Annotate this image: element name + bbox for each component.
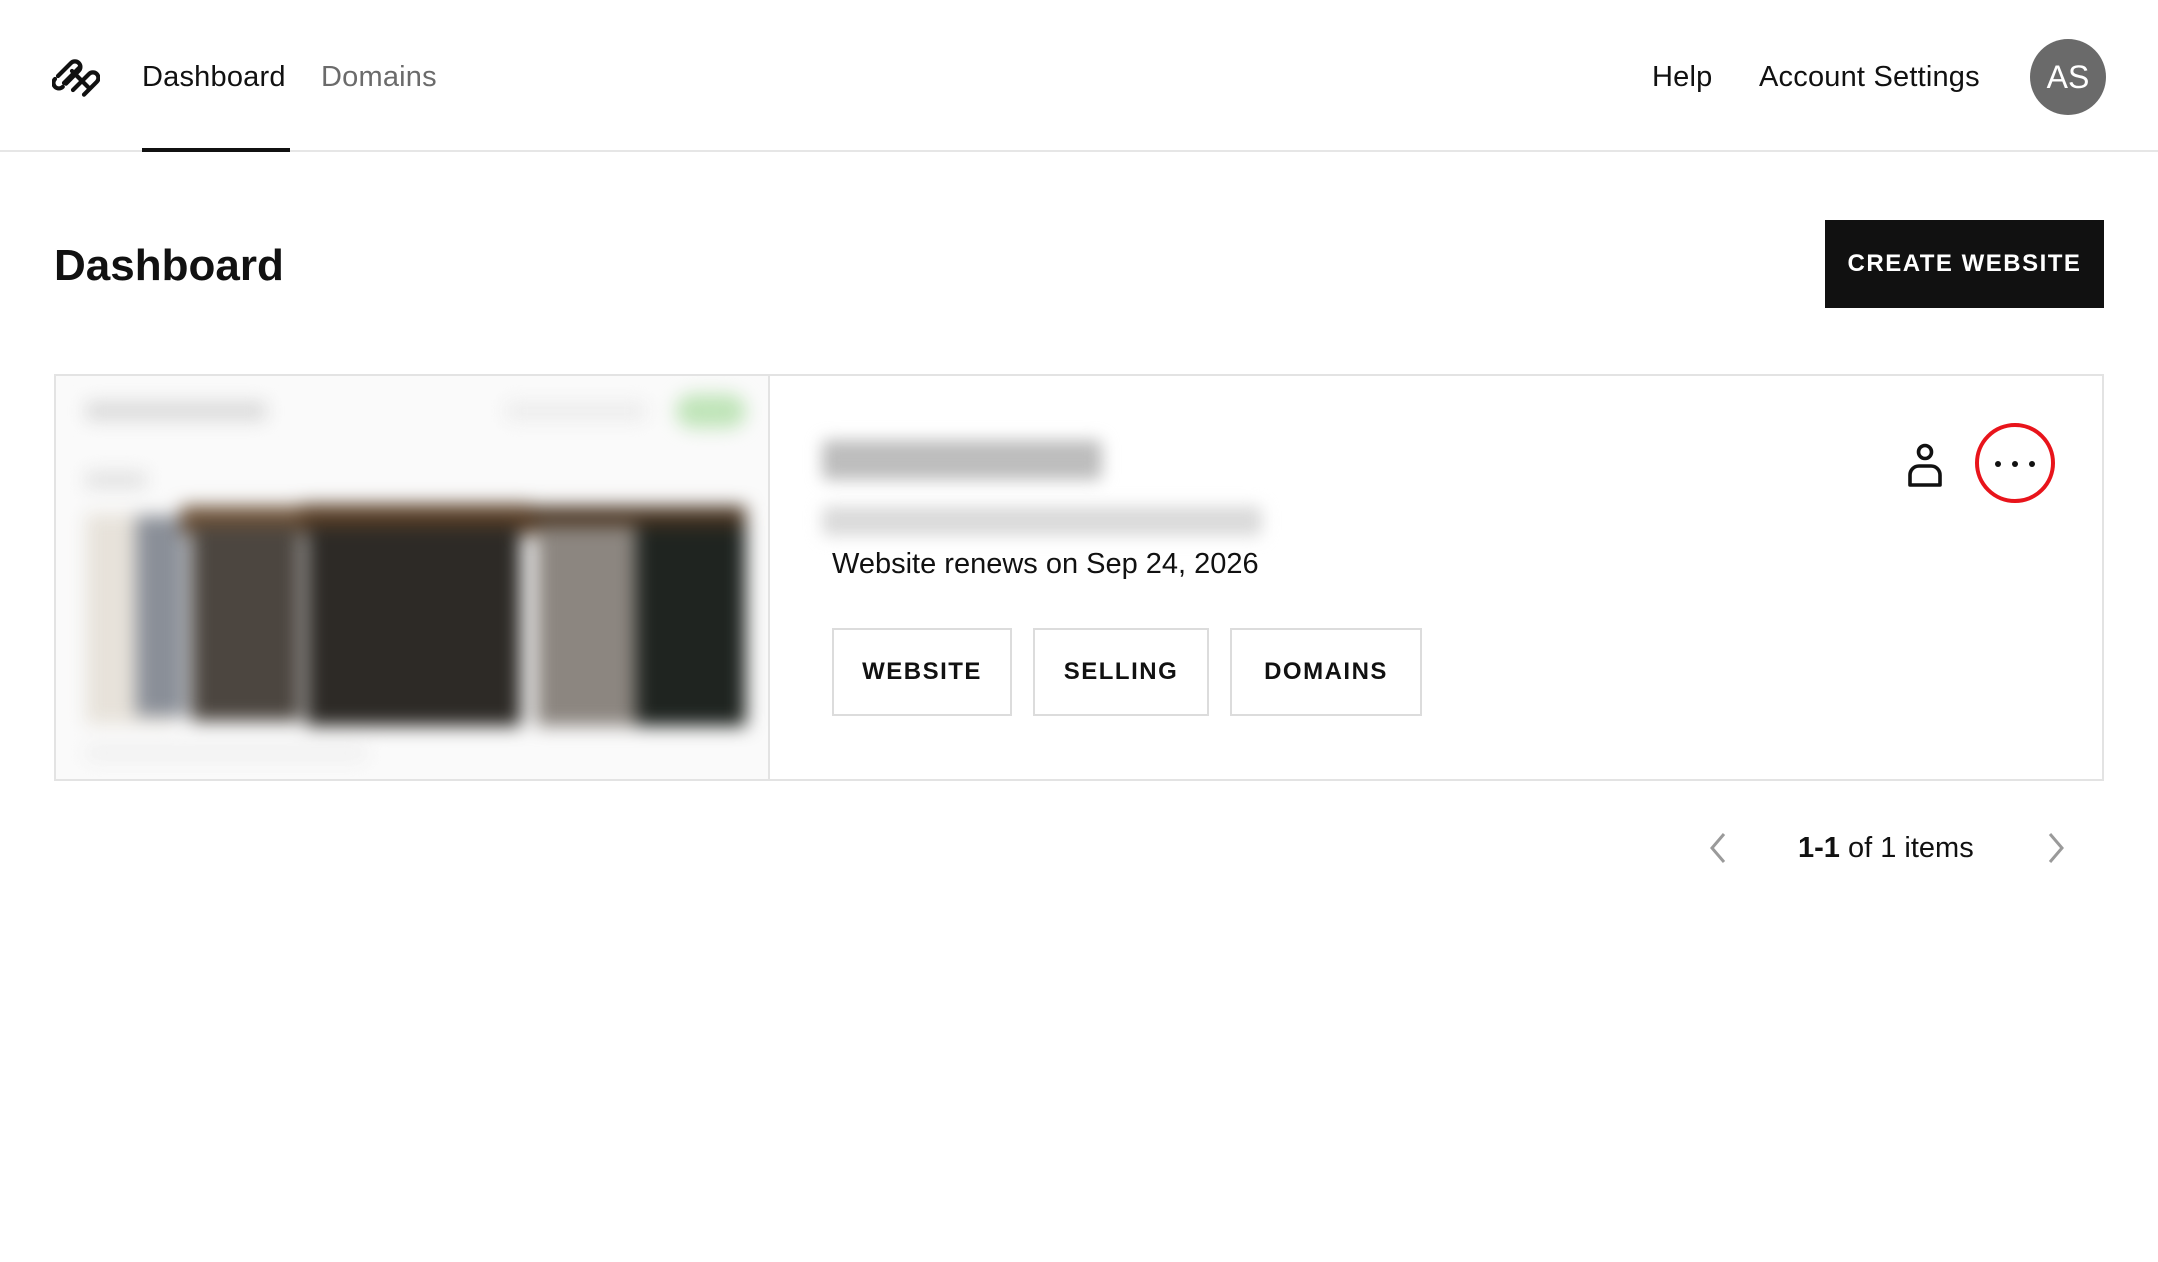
website-button[interactable]: WEBSITE	[832, 628, 1012, 716]
pagination-total: of 1 items	[1839, 832, 1974, 864]
site-thumbnail[interactable]	[56, 376, 770, 779]
site-name-redacted	[822, 440, 1102, 480]
more-options-icon	[1995, 461, 2035, 467]
nav-help[interactable]: Help	[1652, 58, 1712, 96]
squarespace-logo-icon[interactable]	[52, 56, 100, 98]
nav-domains[interactable]: Domains	[321, 58, 437, 96]
nav-dashboard[interactable]: Dashboard	[142, 58, 286, 96]
pagination-status: 1-1 of 1 items	[1798, 829, 1974, 867]
domains-button[interactable]: DOMAINS	[1230, 628, 1422, 716]
chevron-right-icon[interactable]	[2044, 830, 2068, 866]
active-tab-indicator	[142, 148, 290, 152]
chevron-left-icon[interactable]	[1706, 830, 1730, 866]
pagination-range: 1-1	[1798, 832, 1840, 864]
create-website-button[interactable]: CREATE WEBSITE	[1825, 220, 2104, 308]
avatar[interactable]: AS	[2030, 39, 2106, 115]
renewal-date: Website renews on Sep 24, 2026	[832, 548, 1259, 580]
person-icon[interactable]	[1906, 442, 1944, 488]
selling-button[interactable]: SELLING	[1033, 628, 1209, 716]
top-navigation: Dashboard Domains Help Account Settings …	[0, 0, 2158, 152]
page-title: Dashboard	[54, 241, 284, 290]
site-url-redacted	[822, 506, 1262, 536]
nav-account-settings[interactable]: Account Settings	[1759, 58, 1980, 96]
more-options-button[interactable]	[1975, 423, 2055, 503]
